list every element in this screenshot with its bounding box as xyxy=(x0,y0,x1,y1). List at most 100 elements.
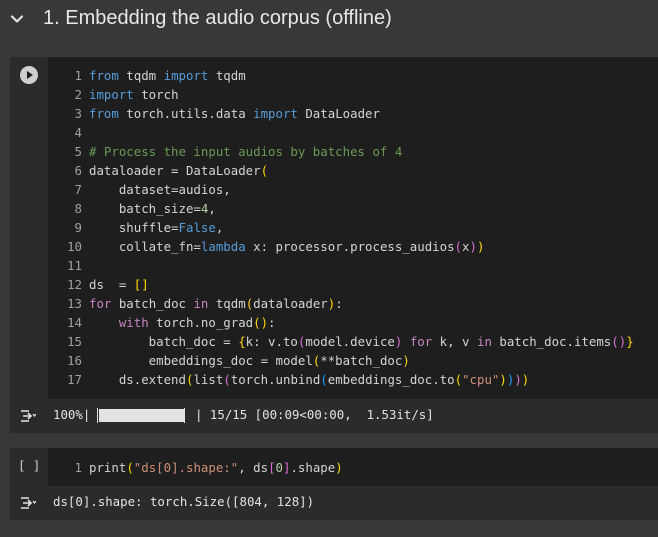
code-token: torch.utils.data xyxy=(118,106,254,121)
code-token: torch.unbind xyxy=(230,372,321,387)
code-line[interactable]: 1 from tqdm import tqdm xyxy=(50,66,658,85)
code-token: tqdm xyxy=(118,68,164,83)
code-token: ) xyxy=(402,353,410,368)
code-token: shuffle= xyxy=(89,220,179,235)
code-line[interactable]: 4 xyxy=(50,123,658,142)
output-text: ds[0].shape: torch.Size([804, 128]) xyxy=(53,494,315,509)
code-token: ( xyxy=(260,163,269,178)
code-token: list xyxy=(193,372,224,387)
code-token: () xyxy=(253,315,269,330)
chevron-down-icon[interactable] xyxy=(9,11,25,27)
code-token: k: v.to xyxy=(245,334,298,349)
code-line[interactable]: 2 import torch xyxy=(50,85,658,104)
code-token: ds.extend xyxy=(89,372,186,387)
code-token: .shape xyxy=(290,460,336,475)
code-line[interactable]: 14 with torch.no_grad(): xyxy=(50,313,658,332)
section-title: 1. Embedding the audio corpus (offline) xyxy=(43,7,392,29)
code-token: import xyxy=(89,87,134,102)
code-token: k, v xyxy=(432,334,477,349)
code-token: tqdm xyxy=(208,296,246,311)
code-token: embeddings_doc = model xyxy=(89,353,313,368)
line-number: 1 xyxy=(74,460,82,475)
code-token: with xyxy=(118,315,149,330)
code-token: batch_doc = xyxy=(89,334,239,349)
line-number: 14 xyxy=(67,315,82,330)
code-line[interactable]: 12 ds = [] xyxy=(50,275,658,294)
code-token: : xyxy=(268,315,276,330)
code-token: in xyxy=(193,296,209,311)
code-token: lambda xyxy=(200,239,246,254)
line-number: 1 xyxy=(74,68,82,83)
code-editor[interactable]: 1 from tqdm import tqdm 2 import torch 3 from… xyxy=(50,57,658,399)
code-token: tqdm xyxy=(208,68,246,83)
code-token: : xyxy=(335,296,343,311)
code-editor[interactable]: 1 print("ds[0].shape:", ds[0].shape) xyxy=(50,457,658,486)
progress-bar-fill xyxy=(99,409,185,422)
line-number: 3 xyxy=(74,106,82,121)
code-token: "ds[0].shape:" xyxy=(133,460,239,475)
code-line[interactable]: 8 batch_size=4, xyxy=(50,199,658,218)
code-token: ) xyxy=(469,239,477,254)
code-token: ) xyxy=(476,239,485,254)
code-token: x: processor.process_audios xyxy=(245,239,455,254)
code-token: # Process the input audios by batches of… xyxy=(89,144,403,159)
execution-count[interactable]: [ ] xyxy=(18,458,40,473)
code-line[interactable]: 7 dataset=audios, xyxy=(50,180,658,199)
code-token: batch_doc xyxy=(111,296,194,311)
section-header: 1. Embedding the audio corpus (offline) xyxy=(0,0,658,40)
line-number: 5 xyxy=(74,144,82,159)
code-line[interactable]: 11 xyxy=(50,256,658,275)
code-line[interactable]: 13 for batch_doc in tqdm(dataloader): xyxy=(50,294,658,313)
code-token: ) xyxy=(521,372,530,387)
code-line[interactable]: 10 collate_fn=lambda x: processor.proces… xyxy=(50,237,658,256)
code-token: batch_doc.items xyxy=(491,334,612,349)
code-token: "cpu" xyxy=(462,372,500,387)
code-line[interactable]: 5 # Process the input audios by batches o… xyxy=(50,142,658,161)
progress-stats: | 15/15 [00:09<00:00, 1.53it/s] xyxy=(195,407,434,422)
code-line[interactable]: 6 dataloader = DataLoader( xyxy=(50,161,658,180)
code-token: ( xyxy=(454,372,463,387)
line-number: 4 xyxy=(74,125,82,140)
code-token: ( xyxy=(454,239,463,254)
code-line[interactable]: 1 print("ds[0].shape:", ds[0].shape) xyxy=(50,458,658,477)
line-number: 15 xyxy=(67,334,82,349)
code-line[interactable]: 15 batch_doc = {k: v.to(model.device) fo… xyxy=(50,332,658,351)
code-token: in xyxy=(476,334,492,349)
code-token: torch xyxy=(133,87,179,102)
code-token: ) xyxy=(499,372,507,387)
cell-gutter: [ ] xyxy=(10,448,48,486)
line-number: 10 xyxy=(67,239,82,254)
code-token: , xyxy=(208,201,216,216)
code-token: [] xyxy=(133,277,149,292)
code-token: import xyxy=(253,106,298,121)
line-number: 6 xyxy=(74,163,82,178)
output-toggle-icon[interactable] xyxy=(20,409,37,428)
code-token: batch_size= xyxy=(89,201,201,216)
code-cell-2[interactable]: [ ] 1 print("ds[0].shape:", ds[0].shape) xyxy=(10,448,658,486)
code-token: ( xyxy=(320,372,328,387)
code-token: ds = xyxy=(89,277,134,292)
line-number: 12 xyxy=(67,277,82,292)
line-number: 13 xyxy=(67,296,82,311)
code-token: collate_fn= xyxy=(89,239,201,254)
code-line[interactable]: 17 ds.extend(list(torch.unbind(embedding… xyxy=(50,370,658,389)
code-token: ( xyxy=(223,372,231,387)
code-line[interactable]: 3 from torch.utils.data import DataLoader xyxy=(50,104,658,123)
code-token: from xyxy=(89,68,119,83)
code-token: **batch_doc xyxy=(320,353,403,368)
line-number: 11 xyxy=(67,258,82,273)
run-cell-button[interactable] xyxy=(20,66,38,84)
code-line[interactable]: 9 shuffle=False, xyxy=(50,218,658,237)
code-token: dataset=audios, xyxy=(89,182,231,197)
code-cell-1[interactable]: 1 from tqdm import tqdm 2 import torch 3 from… xyxy=(10,57,658,399)
code-token: torch.no_grad xyxy=(148,315,254,330)
code-token: print xyxy=(89,460,127,475)
code-token: ) xyxy=(335,460,343,475)
code-line[interactable]: 16 embeddings_doc = model(**batch_doc) xyxy=(50,351,658,370)
code-token: for xyxy=(409,334,433,349)
cell-output-1: 100%| | 15/15 [00:09<00:00, 1.53it/s] xyxy=(10,399,658,433)
progress-bar xyxy=(97,408,185,423)
output-toggle-icon[interactable] xyxy=(20,496,37,515)
